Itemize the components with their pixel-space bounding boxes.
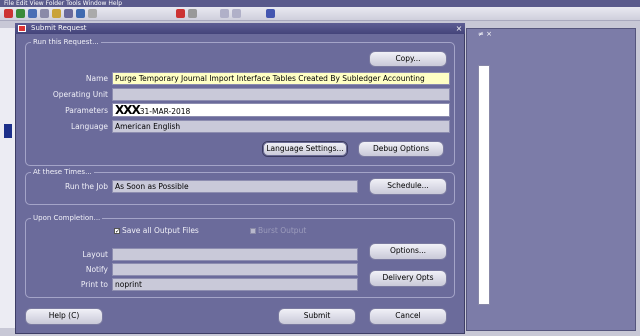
background-selection xyxy=(4,124,12,138)
debug-options-button[interactable]: Debug Options xyxy=(358,141,444,157)
background-window-controls[interactable]: ≠ × xyxy=(478,30,508,42)
save-output-label: Save all Output Files xyxy=(122,226,199,235)
toolbar-icon-4[interactable] xyxy=(40,9,49,18)
operating-unit-label: Operating Unit xyxy=(52,90,108,99)
toolbar-icon-12[interactable] xyxy=(232,9,241,18)
toolbar-icon-7[interactable] xyxy=(76,9,85,18)
cancel-button[interactable]: Cancel xyxy=(369,308,447,325)
toolbar-icon-9[interactable] xyxy=(176,9,185,18)
parameters-field[interactable]: XXX31-MAR-2018 xyxy=(112,103,450,117)
toolbar-icon-6[interactable] xyxy=(64,9,73,18)
layout-label: Layout xyxy=(82,250,109,259)
delivery-opts-button[interactable]: Delivery Opts xyxy=(369,270,447,287)
language-settings-button[interactable]: Language Settings... xyxy=(262,141,348,157)
times-group-label: At these Times... xyxy=(31,167,94,177)
layout-field[interactable] xyxy=(112,248,358,261)
toolbar-icon-3[interactable] xyxy=(28,9,37,18)
window-icon xyxy=(18,25,26,32)
toolbar-icon-2[interactable] xyxy=(16,9,25,18)
submit-button[interactable]: Submit xyxy=(278,308,356,325)
copy-button[interactable]: Copy... xyxy=(369,51,447,67)
name-field[interactable]: Purge Temporary Journal Import Interface… xyxy=(112,72,450,85)
burst-output-checkbox xyxy=(250,228,256,234)
completion-group-label: Upon Completion... xyxy=(31,213,103,223)
language-label: Language xyxy=(70,122,108,131)
toolbar-icon-10[interactable] xyxy=(188,9,197,18)
background-form-strip xyxy=(0,28,16,328)
print-to-label: Print to xyxy=(80,280,108,289)
parameters-label: Parameters xyxy=(65,106,108,115)
notify-label: Notify xyxy=(85,265,108,274)
run-request-group-label: Run this Request... xyxy=(31,37,101,47)
run-job-field[interactable]: As Soon as Possible xyxy=(112,180,358,193)
language-field[interactable]: American English xyxy=(112,120,450,133)
operating-unit-field[interactable] xyxy=(112,88,450,101)
toolbar-icon-5[interactable] xyxy=(52,9,61,18)
burst-output-label: Burst Output xyxy=(258,226,307,235)
background-form-field xyxy=(478,65,490,305)
schedule-button[interactable]: Schedule... xyxy=(369,178,447,195)
name-label: Name xyxy=(85,74,108,83)
close-icon[interactable]: × xyxy=(454,23,464,34)
options-button[interactable]: Options... xyxy=(369,243,447,260)
help-icon[interactable] xyxy=(266,9,275,18)
run-job-label: Run the Job xyxy=(64,182,108,191)
menu-bar[interactable]: File Edit View Folder Tools Window Help xyxy=(0,0,640,7)
redaction-marks: XXX xyxy=(115,103,141,117)
help-button[interactable]: Help (C) xyxy=(25,308,103,325)
toolbar-icon-1[interactable] xyxy=(4,9,13,18)
toolbar-icon-11[interactable] xyxy=(220,9,229,18)
toolbar-icon-8[interactable] xyxy=(88,9,97,18)
notify-field[interactable] xyxy=(112,263,358,276)
dialog-title: Submit Request xyxy=(15,23,465,34)
save-output-checkbox[interactable]: ✓ xyxy=(114,228,120,235)
background-window xyxy=(466,28,636,331)
print-to-field[interactable]: noprint xyxy=(112,278,358,291)
parameters-value: 31-MAR-2018 xyxy=(139,107,191,116)
